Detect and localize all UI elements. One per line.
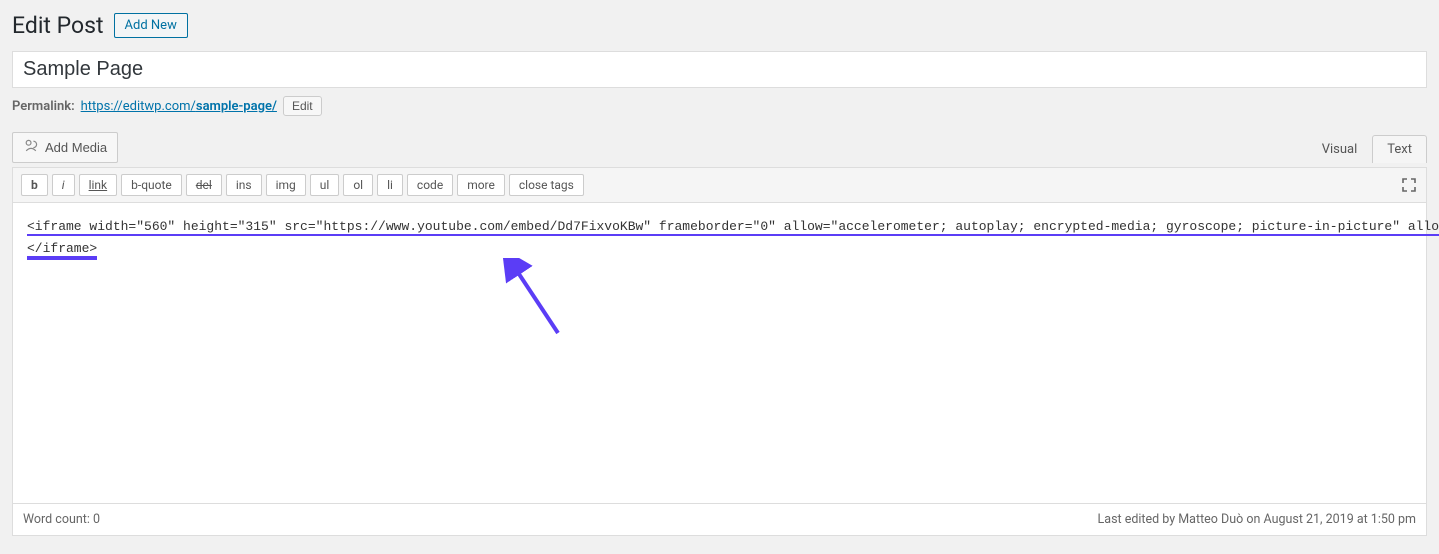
tab-visual[interactable]: Visual <box>1307 135 1373 163</box>
add-media-button[interactable]: Add Media <box>12 132 118 163</box>
page-title: Edit Post <box>12 12 104 39</box>
fullscreen-icon[interactable] <box>1400 176 1418 194</box>
toolbar-link-button[interactable]: link <box>79 174 118 196</box>
permalink-base: https://editwp.com/ <box>81 99 196 114</box>
toolbar-bquote-button[interactable]: b-quote <box>121 174 182 196</box>
media-icon <box>23 138 39 157</box>
word-count-label: Word count: <box>23 512 93 527</box>
add-media-label: Add Media <box>45 140 107 155</box>
permalink-row: Permalink: https://editwp.com/sample-pag… <box>12 96 1427 116</box>
editor-toolbar: b i link b-quote del ins img ul ol li co… <box>13 168 1426 203</box>
tab-text[interactable]: Text <box>1372 135 1427 163</box>
toolbar-ins-button[interactable]: ins <box>226 174 262 196</box>
toolbar-ol-button[interactable]: ol <box>343 174 373 196</box>
toolbar-li-button[interactable]: li <box>377 174 403 196</box>
add-new-button[interactable]: Add New <box>114 13 188 38</box>
word-count-value: 0 <box>93 512 100 527</box>
toolbar-bold-button[interactable]: b <box>21 174 48 196</box>
toolbar-ul-button[interactable]: ul <box>310 174 340 196</box>
permalink-link[interactable]: https://editwp.com/sample-page/ <box>81 99 277 114</box>
status-bar: Word count: 0 Last edited by Matteo Duò … <box>13 503 1426 535</box>
toolbar-more-button[interactable]: more <box>457 174 505 196</box>
media-tabs-row: Add Media Visual Text <box>12 132 1427 163</box>
toolbar-left: b i link b-quote del ins img ul ol li co… <box>21 174 584 196</box>
word-count: Word count: 0 <box>23 512 100 527</box>
editor-tabs: Visual Text <box>1307 135 1427 163</box>
toolbar-closetags-button[interactable]: close tags <box>509 174 584 196</box>
toolbar-img-button[interactable]: img <box>266 174 306 196</box>
post-title-wrap <box>12 51 1427 88</box>
permalink-label: Permalink: <box>12 99 75 114</box>
editor-line-1: <iframe width="560" height="315" src="ht… <box>27 219 1439 236</box>
annotation-arrow-icon <box>503 258 573 338</box>
toolbar-code-button[interactable]: code <box>407 174 453 196</box>
edit-permalink-button[interactable]: Edit <box>283 96 322 116</box>
page-header: Edit Post Add New <box>12 12 1427 39</box>
editor-textarea[interactable]: <iframe width="560" height="315" src="ht… <box>13 203 1426 503</box>
editor-box: b i link b-quote del ins img ul ol li co… <box>12 167 1427 536</box>
toolbar-italic-button[interactable]: i <box>52 174 75 196</box>
post-title-input[interactable] <box>12 51 1427 88</box>
permalink-slug: sample-page/ <box>196 99 277 114</box>
toolbar-del-button[interactable]: del <box>186 174 222 196</box>
last-edited: Last edited by Matteo Duò on August 21, … <box>1098 512 1416 527</box>
editor-line-2: </iframe> <box>27 241 97 260</box>
